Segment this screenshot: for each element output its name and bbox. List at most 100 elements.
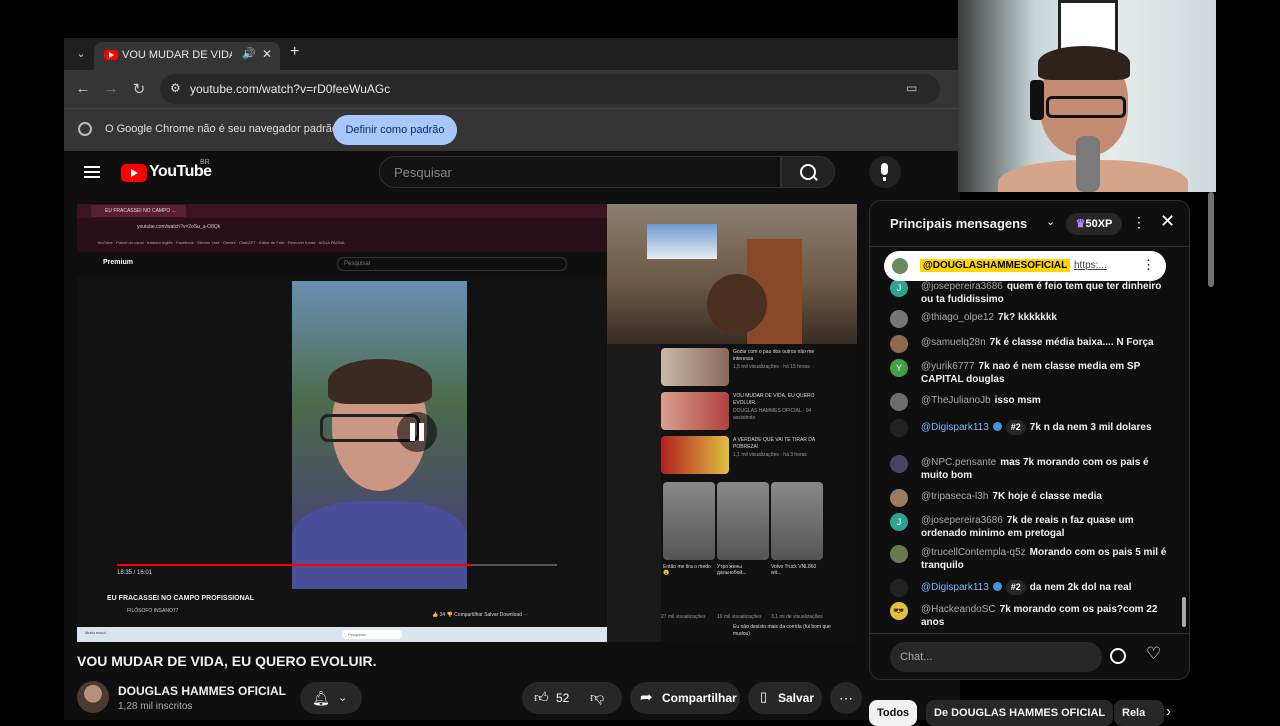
voice-search-button[interactable]: [869, 156, 901, 188]
side-video-title: Gozar com o pau dos outros não me intere…: [733, 349, 815, 362]
chat-text: 7K hoje é classe media: [992, 491, 1102, 502]
side-video-title: A VERDADE QUE VAI TE TIRAR DA POBREZA!: [733, 437, 815, 450]
inner-tab-strip: EU FRACASSEI NO CAMPO ...: [77, 204, 607, 218]
like-button[interactable]: 👍︎ 52 👎︎: [522, 682, 622, 714]
chat-avatar[interactable]: J: [890, 513, 908, 531]
youtube-favicon-icon: [104, 50, 118, 60]
chat-text: isso msm: [994, 395, 1041, 406]
chat-avatar[interactable]: [890, 455, 908, 473]
back-arrow-icon[interactable]: ←: [74, 80, 92, 97]
chat-author[interactable]: @HackeandoSC: [921, 604, 996, 615]
page-scrollbar[interactable]: [1208, 192, 1214, 287]
chat-avatar[interactable]: Y: [890, 359, 908, 377]
shared-screen: EU FRACASSEI NO CAMPO ... youtube.com/wa…: [77, 204, 607, 642]
chip-all[interactable]: Todos: [869, 700, 918, 726]
short-thumbnail: [717, 482, 769, 560]
streamer-head: [707, 274, 767, 334]
chat-author[interactable]: @Digispark113: [921, 582, 989, 593]
side-video-meta: DOUGLAS HAMMES OFICIAL · 94 assistindo: [733, 408, 812, 421]
chat-author[interactable]: @yurik6777: [921, 361, 975, 372]
side-video-meta: 1,5 mil visualizações · há 15 horas: [733, 364, 810, 370]
short-thumbnail: [663, 482, 715, 560]
thumbs-up-icon: 👍︎: [534, 689, 549, 705]
browser-tab[interactable]: VOU MUDAR DE VIDA, EU 🔊 ✕: [94, 42, 280, 70]
bookmark-icon: ▯: [760, 689, 768, 704]
emoji-icon[interactable]: [1110, 648, 1126, 664]
side-video-title: Eu não desisto mais da corrida (fui bom …: [733, 624, 831, 637]
video-player[interactable]: EU FRACASSEI NO CAMPO ... youtube.com/wa…: [77, 204, 857, 642]
share-button[interactable]: ➦ Compartilhar: [630, 682, 740, 714]
save-button[interactable]: ▯ Salvar: [748, 682, 822, 714]
heart-icon[interactable]: ♡: [1146, 644, 1161, 664]
cast-icon[interactable]: ▭: [906, 81, 917, 95]
chat-text: 7k n da nem 3 mil dolares: [1029, 422, 1152, 433]
chat-avatar[interactable]: [890, 335, 908, 353]
set-default-button[interactable]: Definir como padrão: [333, 115, 457, 145]
pinned-menu-icon[interactable]: ⋮: [1142, 257, 1155, 273]
person-hair: [328, 359, 432, 404]
chat-author[interactable]: @Digispark113: [921, 422, 989, 433]
speaker-icon[interactable]: 🔊: [242, 47, 256, 60]
chat-avatar[interactable]: [890, 310, 908, 328]
close-tab-icon[interactable]: ✕: [262, 47, 272, 61]
chat-author[interactable]: @samuelq28n: [921, 337, 986, 348]
like-count: 52: [556, 691, 570, 705]
chip-channel[interactable]: De DOUGLAS HAMMES OFICIAL: [926, 700, 1114, 726]
chat-message-body: @josepereira3686 quem é feio tem que ter …: [921, 280, 1171, 306]
reload-icon[interactable]: ↻: [130, 80, 148, 98]
chat-avatar[interactable]: [890, 579, 908, 597]
pause-icon[interactable]: [397, 412, 437, 452]
streamer-glasses: [1046, 96, 1126, 118]
chat-author[interactable]: @NPC.pensante: [921, 457, 996, 468]
search-button[interactable]: [781, 156, 835, 188]
site-info-icon[interactable]: ⚙: [170, 81, 181, 95]
share-icon: ➦: [640, 689, 653, 706]
short-caption: Утро жены дальнобой...: [717, 564, 747, 576]
pinned-message[interactable]: @DOUGLASHAMMESOFICIAL https:... ⋮: [884, 251, 1166, 281]
channel-name[interactable]: DOUGLAS HAMMES OFICIAL: [118, 684, 286, 698]
chat-input[interactable]: Chat...: [890, 642, 1102, 672]
pinned-link[interactable]: https:...: [1074, 260, 1107, 271]
chat-author[interactable]: @josepereira3686: [921, 515, 1003, 526]
chat-author[interactable]: @TheJulianoJb: [921, 395, 991, 406]
side-thumbnail: [661, 348, 729, 386]
inner-premium-logo: Premium: [103, 259, 133, 266]
channel-avatar[interactable]: [77, 681, 109, 713]
notification-bell-button[interactable]: 🔔︎ ⌄: [300, 682, 362, 714]
chat-avatar[interactable]: [890, 545, 908, 563]
chat-avatar[interactable]: [890, 419, 908, 437]
more-actions-icon[interactable]: ⋯: [830, 682, 862, 714]
chat-avatar[interactable]: [890, 393, 908, 411]
search-icon: [800, 164, 816, 180]
tab-strip: ⌄ VOU MUDAR DE VIDA, EU 🔊 ✕ +: [64, 38, 960, 70]
verified-icon: [992, 422, 1002, 431]
inner-time: 18:35 / 16:01: [117, 570, 153, 576]
search-input[interactable]: Pesquisar: [379, 156, 800, 188]
chat-message-body: @Digispark113 #2 7k n da nem 3 mil dolares: [921, 420, 1171, 435]
short-thumbnail: [771, 482, 823, 560]
omnibox[interactable]: ⚙ youtube.com/watch?v=rD0feeWuAGc ▭: [160, 74, 940, 104]
chat-author[interactable]: @tripaseca-l3h: [921, 491, 988, 502]
youtube-logo-icon[interactable]: [121, 164, 147, 182]
chat-author[interactable]: @josepereira3686: [921, 281, 1003, 292]
chevron-right-icon[interactable]: ›: [1166, 703, 1171, 720]
country-code: BR: [200, 159, 210, 166]
chat-author[interactable]: @thiago_olpe12: [921, 312, 994, 323]
tab-search-icon[interactable]: ⌄: [72, 45, 90, 63]
youtube-page: YouTube BR Pesquisar EU FRACASSEI NO CAM…: [64, 151, 960, 720]
chat-message-body: @Digispark113 #2 da nem 2k dol na real: [921, 580, 1171, 595]
chat-avatar[interactable]: 😎: [890, 602, 908, 620]
chat-scrollbar[interactable]: [1182, 597, 1186, 627]
chat-author[interactable]: @trucellContempla-q5z: [921, 547, 1026, 558]
chip-related[interactable]: Rela: [1114, 700, 1164, 726]
thumbs-down-icon[interactable]: 👎︎: [590, 689, 604, 706]
side-video-title: VOU MUDAR DE VIDA, EU QUERO EVOLUIR.: [733, 393, 815, 406]
video-title: VOU MUDAR DE VIDA, EU QUERO EVOLUIR.: [77, 653, 377, 669]
chevron-down-icon: ⌄: [338, 692, 348, 704]
chat-avatar[interactable]: J: [890, 279, 908, 297]
new-tab-icon[interactable]: +: [290, 43, 299, 61]
hamburger-menu-icon[interactable]: [84, 163, 100, 181]
forward-arrow-icon[interactable]: →: [102, 80, 120, 97]
chat-avatar[interactable]: [890, 489, 908, 507]
inner-sidebar: Gozar com o pau dos outros não me intere…: [661, 344, 857, 642]
